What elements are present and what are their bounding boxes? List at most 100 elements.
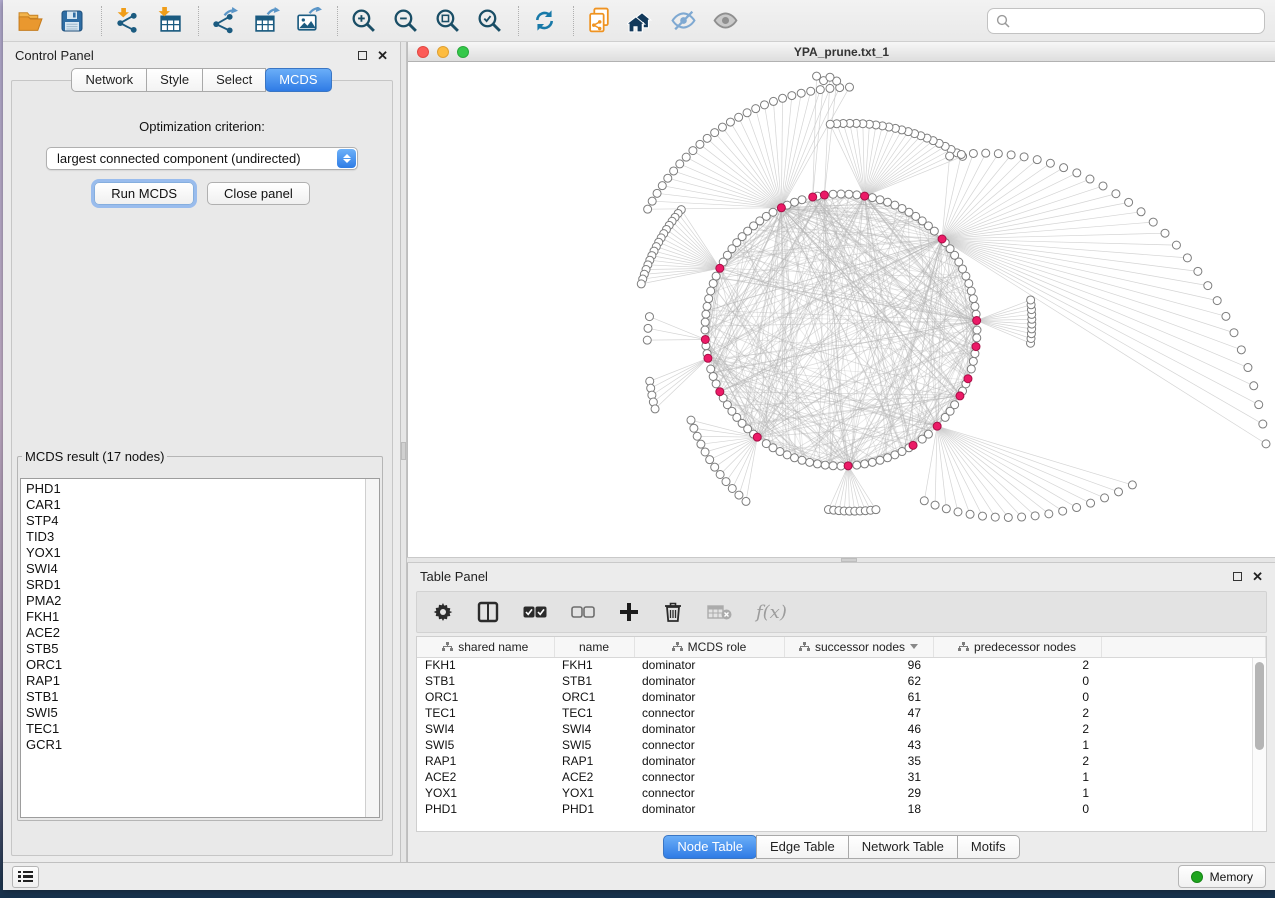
table-cell[interactable]: dominator xyxy=(634,721,784,737)
table-cell[interactable]: ORC1 xyxy=(417,689,554,705)
graph-node[interactable] xyxy=(644,324,652,332)
graph-node[interactable] xyxy=(693,432,701,440)
graph-node[interactable] xyxy=(826,120,834,128)
network-canvas[interactable] xyxy=(408,62,1275,557)
table-cell[interactable]: 29 xyxy=(784,785,933,801)
tab-node-table[interactable]: Node Table xyxy=(663,835,757,859)
graph-dominator-node[interactable] xyxy=(844,462,852,470)
graph-node[interactable] xyxy=(1018,513,1026,521)
first-neighbors-icon[interactable] xyxy=(624,4,658,38)
graph-node[interactable] xyxy=(701,326,709,334)
graph-node[interactable] xyxy=(806,458,814,466)
column-header-name[interactable]: name xyxy=(554,637,634,657)
graph-node[interactable] xyxy=(853,191,861,199)
graph-dominator-node[interactable] xyxy=(777,204,785,212)
table-row[interactable]: STB1STB1dominator620 xyxy=(417,673,1266,689)
graph-dominator-node[interactable] xyxy=(861,192,869,200)
graph-node[interactable] xyxy=(798,456,806,464)
graph-node[interactable] xyxy=(973,334,981,342)
graph-node[interactable] xyxy=(1112,190,1120,198)
table-cell[interactable]: 1 xyxy=(933,737,1101,753)
table-cell[interactable]: 0 xyxy=(933,801,1101,817)
table-cell[interactable]: PHD1 xyxy=(554,801,634,817)
graph-node[interactable] xyxy=(982,149,990,157)
mcds-result-item[interactable]: STB5 xyxy=(26,641,365,657)
clone-network-icon[interactable] xyxy=(582,4,616,38)
mcds-result-item[interactable]: STP4 xyxy=(26,513,365,529)
tab-mcds[interactable]: MCDS xyxy=(265,68,331,92)
table-row[interactable]: ACE2ACE2connector311 xyxy=(417,769,1266,785)
graph-node[interactable] xyxy=(790,198,798,206)
import-network-icon[interactable] xyxy=(110,4,144,38)
graph-dominator-node[interactable] xyxy=(973,317,981,325)
graph-node[interactable] xyxy=(946,152,954,160)
graph-node[interactable] xyxy=(735,113,743,121)
mcds-result-item[interactable]: STB1 xyxy=(26,689,365,705)
deselect-all-icon[interactable] xyxy=(571,606,595,619)
graph-node[interactable] xyxy=(702,310,710,318)
refresh-icon[interactable] xyxy=(527,4,561,38)
graph-node[interactable] xyxy=(853,461,861,469)
graph-node[interactable] xyxy=(711,463,719,471)
mcds-result-item[interactable]: GCR1 xyxy=(26,737,365,753)
graph-node[interactable] xyxy=(1101,494,1109,502)
import-table-icon[interactable] xyxy=(152,4,186,38)
graph-node[interactable] xyxy=(1194,267,1202,275)
splitter-grip[interactable] xyxy=(841,558,857,562)
mcds-result-item[interactable]: CAR1 xyxy=(26,497,365,513)
graph-node[interactable] xyxy=(1250,382,1258,390)
close-panel-icon[interactable]: ✕ xyxy=(1252,570,1263,583)
graph-node[interactable] xyxy=(760,101,768,109)
graph-node[interactable] xyxy=(1004,513,1012,521)
table-cell[interactable]: 61 xyxy=(784,689,933,705)
table-row[interactable]: TEC1TEC1connector472 xyxy=(417,705,1266,721)
graph-dominator-node[interactable] xyxy=(956,392,964,400)
graph-node[interactable] xyxy=(1073,169,1081,177)
table-cell[interactable]: ACE2 xyxy=(554,769,634,785)
table-cell[interactable]: 2 xyxy=(933,721,1101,737)
graph-node[interactable] xyxy=(967,365,975,373)
table-cell[interactable]: STB1 xyxy=(554,673,634,689)
graph-dominator-node[interactable] xyxy=(964,375,972,383)
table-cell[interactable]: TEC1 xyxy=(417,705,554,721)
graph-node[interactable] xyxy=(991,513,999,521)
graph-node[interactable] xyxy=(1204,282,1212,290)
graph-node[interactable] xyxy=(951,401,959,409)
graph-node[interactable] xyxy=(697,440,705,448)
table-cell[interactable]: connector xyxy=(634,705,784,721)
graph-node[interactable] xyxy=(703,302,711,310)
graph-node[interactable] xyxy=(1128,481,1136,489)
graph-node[interactable] xyxy=(664,174,672,182)
table-cell[interactable]: YOX1 xyxy=(417,785,554,801)
graph-node[interactable] xyxy=(1149,218,1157,226)
tab-select[interactable]: Select xyxy=(202,68,266,92)
column-header-predecessor-nodes[interactable]: predecessor nodes xyxy=(933,637,1101,657)
zoom-in-icon[interactable] xyxy=(346,4,380,38)
graph-node[interactable] xyxy=(712,380,720,388)
graph-node[interactable] xyxy=(957,150,965,158)
graph-node[interactable] xyxy=(707,287,715,295)
table-cell[interactable]: 0 xyxy=(933,689,1101,705)
graph-node[interactable] xyxy=(788,92,796,100)
horizontal-splitter[interactable] xyxy=(407,557,1275,563)
float-panel-icon[interactable] xyxy=(1233,572,1242,581)
show-panel-list-button[interactable] xyxy=(12,866,39,888)
table-cell[interactable]: RAP1 xyxy=(417,753,554,769)
search-input[interactable] xyxy=(1016,13,1256,29)
table-cell[interactable]: 2 xyxy=(933,753,1101,769)
graph-node[interactable] xyxy=(994,150,1002,158)
graph-node[interactable] xyxy=(707,365,715,373)
graph-node[interactable] xyxy=(1060,164,1068,172)
table-cell[interactable]: 2 xyxy=(933,657,1101,673)
table-options-icon[interactable] xyxy=(433,602,453,622)
graph-node[interactable] xyxy=(868,194,876,202)
graph-node[interactable] xyxy=(637,280,645,288)
table-cell[interactable]: 35 xyxy=(784,753,933,769)
graph-node[interactable] xyxy=(969,149,977,157)
graph-node[interactable] xyxy=(769,97,777,105)
graph-node[interactable] xyxy=(966,510,974,518)
table-cell[interactable]: 96 xyxy=(784,657,933,673)
splitter-grip[interactable] xyxy=(401,442,406,460)
table-cell[interactable]: PHD1 xyxy=(417,801,554,817)
table-cell[interactable]: TEC1 xyxy=(554,705,634,721)
